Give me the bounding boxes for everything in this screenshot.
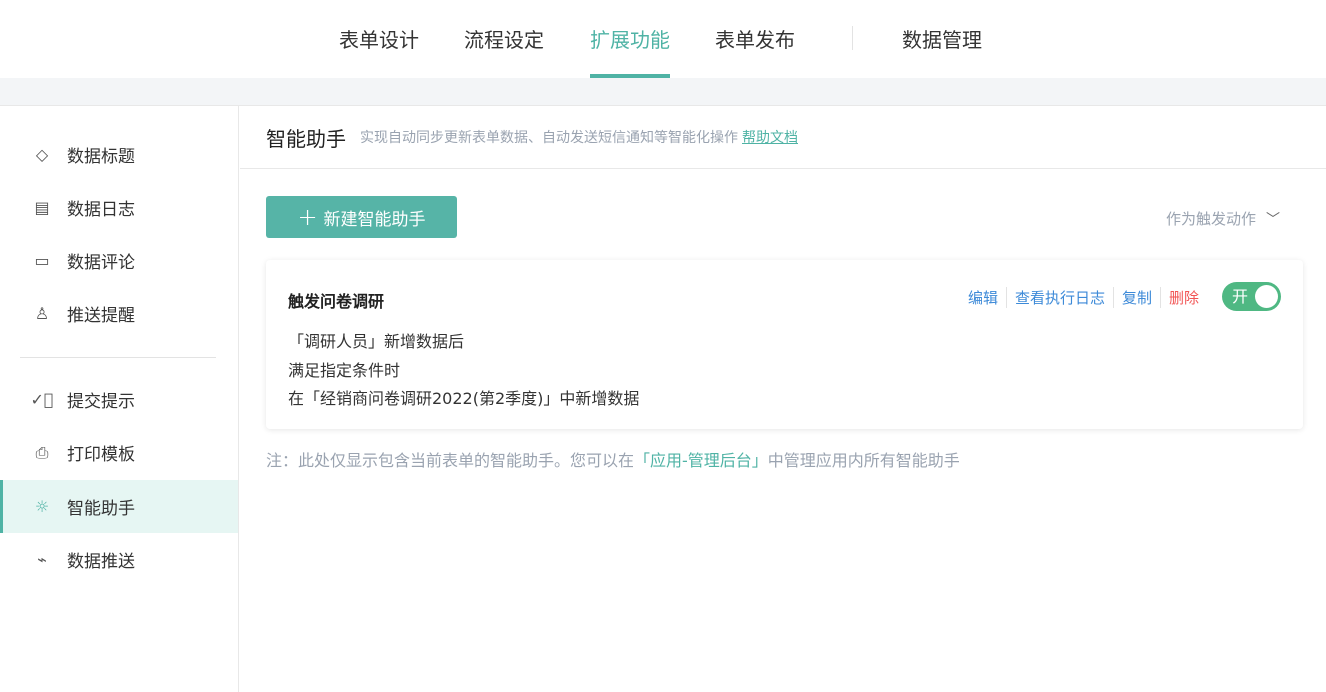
tab-form-design[interactable]: 表单设计 xyxy=(339,0,419,78)
tab-workflow[interactable]: 流程设定 xyxy=(464,0,544,78)
sidebar-item-label: 推送提醒 xyxy=(67,306,135,326)
chevron-down-icon: ﹀ xyxy=(1266,211,1281,228)
sidebar-item-push-reminder[interactable]: ♙ 推送提醒 xyxy=(0,287,238,340)
sidebar-item-data-comment[interactable]: ▭ 数据评论 xyxy=(0,234,238,287)
assistant-card: 触发问卷调研 编辑 查看执行日志 复制 删除 开 「调研人员」新增数据后 满足指… xyxy=(266,260,1303,429)
sidebar-item-data-title[interactable]: ◇ 数据标题 xyxy=(0,128,238,181)
page-title: 智能助手 xyxy=(266,126,346,151)
divider xyxy=(852,26,853,50)
card-line: 满足指定条件时 xyxy=(288,361,401,380)
trigger-filter-dropdown[interactable]: 作为触发动作 ﹀ xyxy=(1166,208,1280,229)
comment-icon: ▭ xyxy=(34,251,50,270)
sidebar-item-print-template[interactable]: ⎙ 打印模板 xyxy=(0,426,238,479)
enable-toggle[interactable]: 开 xyxy=(1222,282,1281,311)
spacer-band xyxy=(0,78,1326,106)
new-assistant-button[interactable]: + 新建智能助手 xyxy=(266,196,457,238)
check-circle-icon: ✓⃝ xyxy=(30,390,54,409)
sidebar-item-label: 提交提示 xyxy=(67,392,135,412)
sidebar: ◇ 数据标题 ▤ 数据日志 ▭ 数据评论 ♙ 推送提醒 ✓⃝ 提交提示 ⎙ 打印模板 ☼ 智能… xyxy=(0,106,239,692)
page-header: 智能助手 实现自动同步更新表单数据、自动发送短信通知等智能化操作 帮助文档 xyxy=(240,106,1326,169)
printer-icon: ⎙ xyxy=(35,442,49,462)
tag-icon: ◇ xyxy=(35,145,49,164)
note-text: 注：此处仅显示包含当前表单的智能助手。您可以在 xyxy=(266,451,635,470)
sidebar-item-smart-assistant[interactable]: ☼ 智能助手 xyxy=(0,480,238,533)
tab-data-management[interactable]: 数据管理 xyxy=(902,0,982,78)
help-doc-link[interactable]: 帮助文档 xyxy=(742,127,798,147)
top-nav: 表单设计 流程设定 扩展功能 表单发布 数据管理 xyxy=(0,0,1326,78)
card-line: 在「经销商问卷调研2022(第2季度)」中新增数据 xyxy=(288,389,640,408)
log-icon: ▤ xyxy=(34,198,50,217)
edit-link[interactable]: 编辑 xyxy=(960,287,1006,308)
page-description: 实现自动同步更新表单数据、自动发送短信通知等智能化操作 xyxy=(360,130,738,146)
view-logs-link[interactable]: 查看执行日志 xyxy=(1005,287,1113,308)
dropdown-label: 作为触发动作 xyxy=(1166,210,1257,228)
sidebar-item-label: 打印模板 xyxy=(67,445,135,465)
note-text: 中管理应用内所有智能助手 xyxy=(767,451,960,470)
toggle-label: 开 xyxy=(1232,287,1249,306)
card-actions: 编辑 查看执行日志 复制 删除 xyxy=(960,287,1207,308)
sidebar-item-label: 智能助手 xyxy=(67,499,135,519)
sidebar-item-submit-tip[interactable]: ✓⃝ 提交提示 xyxy=(0,373,238,426)
sidebar-item-data-log[interactable]: ▤ 数据日志 xyxy=(0,181,238,234)
sidebar-item-label: 数据标题 xyxy=(67,147,135,167)
toggle-knob xyxy=(1255,285,1278,308)
card-line: 「调研人员」新增数据后 xyxy=(288,332,465,351)
lightbulb-icon: ☼ xyxy=(34,497,50,516)
chart-icon: ⌁ xyxy=(37,550,47,569)
card-title: 触发问卷调研 xyxy=(288,292,385,311)
tab-publish[interactable]: 表单发布 xyxy=(715,0,795,78)
sidebar-item-label: 数据日志 xyxy=(67,200,135,220)
sidebar-item-label: 数据推送 xyxy=(67,552,135,572)
plus-icon: + xyxy=(297,203,318,231)
tab-extensions[interactable]: 扩展功能 xyxy=(590,0,670,78)
divider xyxy=(20,357,216,358)
sidebar-item-data-push[interactable]: ⌁ 数据推送 xyxy=(0,533,238,586)
button-label: 新建智能助手 xyxy=(323,209,426,230)
footer-note: 注：此处仅显示包含当前表单的智能助手。您可以在「应用-管理后台」中管理应用内所有… xyxy=(266,447,960,471)
delete-link[interactable]: 删除 xyxy=(1159,287,1207,308)
sidebar-item-label: 数据评论 xyxy=(67,253,135,273)
copy-link[interactable]: 复制 xyxy=(1112,287,1160,308)
bell-icon: ♙ xyxy=(34,304,50,323)
admin-console-link[interactable]: 「应用-管理后台」 xyxy=(634,451,768,470)
